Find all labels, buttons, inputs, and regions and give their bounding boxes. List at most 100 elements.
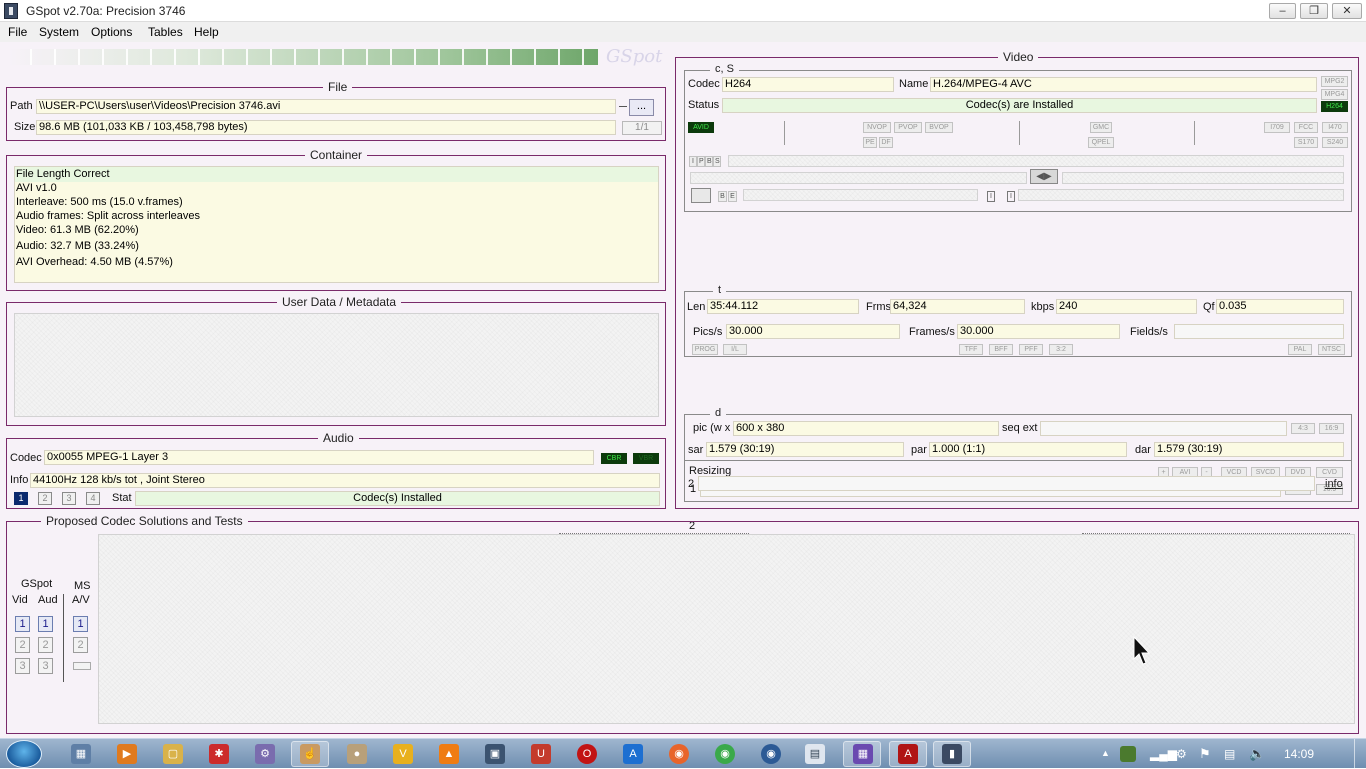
kbps-field: 240 [1056,299,1197,314]
av-label: A/V [72,594,90,606]
audio-codec-label: Codec [10,452,42,464]
tff-tag: TFF [959,344,983,355]
swap-arrows-icon[interactable]: ◀▶ [1030,169,1058,184]
audio-stream-1-button[interactable]: 1 [14,492,28,505]
device-icon[interactable]: ▤ [1224,747,1235,761]
p-frame-tag: P [697,156,705,167]
dar-field: 1.579 (30:19) [1154,442,1344,457]
prog-tag: PROG [692,344,718,355]
menu-help[interactable]: Help [194,25,219,39]
list-item: Audio: 32.7 MB (33.24%) [16,240,139,252]
file-group: File Path \\USER-PC\Users\user\Videos\Pr… [6,80,666,141]
gspot-aud-3-button[interactable]: 3 [38,658,53,674]
minimize-button[interactable]: – [1269,3,1296,19]
tools-icon[interactable]: ⚙ [255,744,275,764]
action-center-flag-icon[interactable]: ⚑ [1199,746,1211,762]
video-status-field: Codec(s) are Installed [722,98,1317,113]
page-indicator: 1/1 [622,121,662,135]
par-field: 1.000 (1:1) [929,442,1127,457]
thumbs-up-icon[interactable]: ☝ [300,744,320,764]
app-icon-red[interactable]: ✱ [209,744,229,764]
browser-icon[interactable]: ◉ [761,744,781,764]
avid-tag: AVID [688,122,714,133]
video-codec-label: Codec [688,78,720,90]
qpel-tag: QPEL [1088,137,1114,148]
userdata-area[interactable] [14,313,659,417]
preview-icon[interactable] [691,188,711,203]
show-desktop-button[interactable] [1354,739,1366,769]
volume-icon[interactable]: 🔈 [1249,746,1265,762]
menu-options[interactable]: Options [91,25,132,39]
pulldown-tag: 3:2 [1049,344,1073,355]
ms-1-button[interactable]: 1 [73,616,88,632]
pal-tag: PAL [1288,344,1312,355]
clock[interactable]: 14:09 [1284,747,1314,761]
timing-subgroup: t Len 35:44.112 Frms 64,324 kbps 240 Qf … [684,284,1352,357]
main-client-area: GSpot File Path \\USER-PC\Users\user\Vid… [0,42,1366,738]
s240-tag: S240 [1322,137,1348,148]
folder-icon[interactable]: ▢ [163,744,183,764]
video-group: Video c, S Codec H264 Name H.264/MPEG-4 … [675,50,1359,532]
notepad-icon[interactable]: ▤ [805,744,825,764]
ms-2-button[interactable]: 2 [73,637,88,653]
magnet-icon[interactable]: U [531,744,551,764]
i709-tag: I709 [1264,122,1290,133]
tray-tool-icon[interactable]: ⚙ [1176,747,1187,761]
disc-icon[interactable]: ● [347,744,367,764]
tray-app-icon[interactable] [1120,746,1136,762]
purple-app-icon[interactable]: ▦ [853,744,873,764]
path-label: Path [10,100,33,112]
gspot-aud-1-button[interactable]: 1 [38,616,53,632]
list-highlight [15,167,658,182]
close-button[interactable]: ✕ [1332,3,1362,19]
save-icon[interactable]: ▣ [485,744,505,764]
proposed-results-area[interactable] [98,534,1355,724]
frame-pattern-bar-3 [1062,172,1344,184]
resize-cvd-button[interactable]: CVD [1316,467,1343,478]
audio-stat-label: Stat [112,492,132,504]
info-link[interactable]: info [1325,478,1343,490]
list-item: Interleave: 500 ms (15.0 v.frames) [16,196,183,208]
path-field[interactable]: \\USER-PC\Users\user\Videos\Precision 37… [36,99,616,114]
maximize-button[interactable]: ❐ [1300,3,1328,19]
font-app-icon[interactable]: A [623,744,643,764]
s-frame-tag: S [713,156,721,167]
firefox-icon[interactable]: ◉ [669,744,689,764]
gspot-vid-2-button[interactable]: 2 [15,637,30,653]
menu-file[interactable]: File [8,25,27,39]
menu-tables[interactable]: Tables [148,25,183,39]
vlc-icon[interactable]: ▲ [439,744,459,764]
aspect-4-3-tag: 4:3 [1291,423,1315,434]
network-signal-icon[interactable]: ▂▄▆ [1150,747,1177,761]
userdata-group: User Data / Metadata [6,295,666,426]
opera-icon[interactable]: O [577,744,597,764]
menu-system[interactable]: System [39,25,79,39]
v-app-icon[interactable]: V [393,744,413,764]
proposed-group-title: Proposed Codec Solutions and Tests [41,514,248,528]
media-player-icon[interactable]: ▶ [117,744,137,764]
show-hidden-icons-icon[interactable]: ▲ [1101,748,1110,758]
list-item: Video: 61.3 MB (62.20%) [16,224,139,236]
nvop-tag: NVOP [863,122,891,133]
h264-tag: H264 [1321,101,1348,112]
gspot-aud-2-button[interactable]: 2 [38,637,53,653]
mpg2-tag: MPG2 [1321,76,1348,87]
chrome-icon[interactable]: ◉ [715,744,735,764]
fields-field [1174,324,1344,339]
audio-stream-3-button[interactable]: 3 [62,492,76,505]
pic-label: pic (w x [693,422,731,434]
pvop-tag: PVOP [894,122,922,133]
divider [685,460,1351,461]
container-info-list: File Length Correct AVI v1.0 Interleave:… [14,166,659,283]
gspot-label: GSpot [21,578,53,590]
acrobat-icon[interactable]: A [898,744,918,764]
start-button[interactable] [6,740,42,768]
gspot-taskbar-icon[interactable]: ▮ [942,744,962,764]
audio-stream-2-button[interactable]: 2 [38,492,52,505]
calculator-icon[interactable]: ▦ [71,744,91,764]
gspot-vid-1-button[interactable]: 1 [15,616,30,632]
vbr-tag: VBR [633,453,659,464]
gspot-vid-3-button[interactable]: 3 [15,658,30,674]
audio-stream-4-button[interactable]: 4 [86,492,100,505]
browse-button[interactable]: ... [629,99,654,116]
